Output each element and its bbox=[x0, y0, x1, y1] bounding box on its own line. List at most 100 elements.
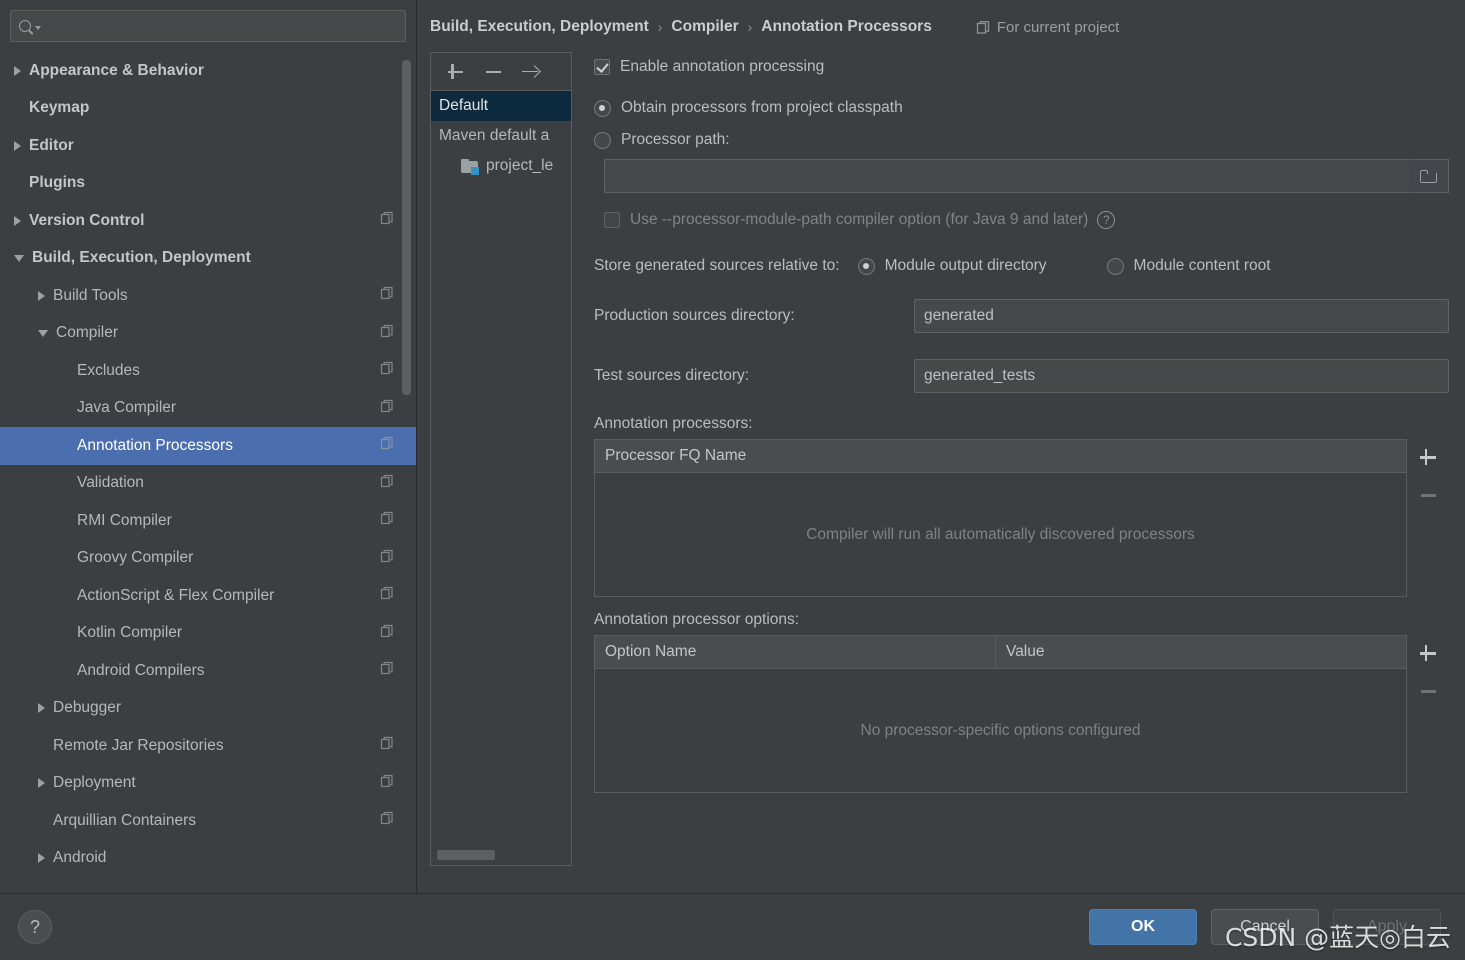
column-header-processor-fq-name[interactable]: Processor FQ Name bbox=[595, 440, 1406, 472]
sidebar-item-plugins[interactable]: Plugins bbox=[0, 165, 416, 203]
processor-module-path-row[interactable]: Use --processor-module-path compiler opt… bbox=[594, 211, 1449, 229]
processors-table[interactable]: Processor FQ Name Compiler will run all … bbox=[594, 439, 1407, 597]
production-sources-label: Production sources directory: bbox=[594, 307, 795, 324]
apply-button[interactable]: Apply bbox=[1333, 909, 1441, 945]
chevron-right-icon[interactable] bbox=[38, 853, 45, 864]
breadcrumb-item-1[interactable]: Compiler bbox=[671, 18, 738, 36]
copy-icon bbox=[380, 811, 394, 830]
sidebar-item-android[interactable]: Android bbox=[0, 840, 416, 878]
cancel-button[interactable]: Cancel bbox=[1211, 909, 1319, 945]
remove-profile-button[interactable] bbox=[483, 62, 503, 82]
sidebar-item-label: Kotlin Compiler bbox=[77, 624, 183, 642]
sidebar-item-label: Android Compilers bbox=[77, 661, 205, 679]
processor-path-row[interactable]: Processor path: bbox=[594, 131, 1449, 149]
chevron-right-icon[interactable] bbox=[38, 290, 45, 301]
profile-list-item[interactable]: Maven default a bbox=[431, 121, 571, 151]
sidebar-item-build-execution-deployment[interactable]: Build, Execution, Deployment bbox=[0, 240, 416, 278]
processor-path-radio[interactable] bbox=[594, 131, 611, 149]
sidebar-item-label: Build, Execution, Deployment bbox=[32, 249, 251, 267]
chevron-down-icon[interactable] bbox=[14, 254, 24, 262]
production-sources-input[interactable]: generated bbox=[914, 299, 1449, 333]
column-header-option-name[interactable]: Option Name bbox=[595, 636, 995, 668]
remove-processor-button[interactable] bbox=[1418, 485, 1438, 505]
search-icon bbox=[19, 20, 41, 32]
enable-annotation-processing-checkbox[interactable] bbox=[594, 59, 610, 75]
profile-list-item-label: Default bbox=[439, 97, 489, 114]
add-option-button[interactable] bbox=[1418, 643, 1438, 663]
profile-list-item[interactable]: project_le bbox=[431, 151, 571, 181]
sidebar-item-kotlin-compiler[interactable]: Kotlin Compiler bbox=[0, 615, 416, 653]
help-button[interactable]: ? bbox=[18, 910, 52, 944]
sidebar-item-label: Excludes bbox=[77, 361, 140, 379]
breadcrumb-item-0[interactable]: Build, Execution, Deployment bbox=[430, 18, 649, 36]
chevron-right-icon[interactable] bbox=[38, 778, 45, 789]
sidebar-item-remote-jar-repositories[interactable]: Remote Jar Repositories bbox=[0, 727, 416, 765]
sidebar-item-annotation-processors[interactable]: Annotation Processors bbox=[0, 427, 416, 465]
dialog-body: Appearance & Behavior Keymap Editor Plugins… bbox=[0, 0, 1465, 893]
sidebar-item-debugger[interactable]: Debugger bbox=[0, 690, 416, 728]
obtain-from-classpath-row[interactable]: Obtain processors from project classpath bbox=[594, 99, 1449, 117]
column-header-value[interactable]: Value bbox=[995, 636, 1406, 668]
copy-icon bbox=[380, 549, 394, 568]
sidebar-item-label: Build Tools bbox=[53, 286, 128, 304]
remove-option-button[interactable] bbox=[1418, 681, 1438, 701]
search-box[interactable] bbox=[10, 10, 406, 42]
profile-list-item-label: project_le bbox=[486, 157, 554, 174]
copy-icon bbox=[380, 624, 394, 643]
search-input[interactable] bbox=[41, 18, 397, 34]
sidebar-item-rmi-compiler[interactable]: RMI Compiler bbox=[0, 502, 416, 540]
add-processor-button[interactable] bbox=[1418, 447, 1438, 467]
sidebar-item-actionscript-flex-compiler[interactable]: ActionScript & Flex Compiler bbox=[0, 577, 416, 615]
test-sources-input[interactable]: generated_tests bbox=[914, 359, 1449, 393]
profile-list-item-label: Maven default a bbox=[439, 127, 550, 144]
copy-icon bbox=[380, 586, 394, 605]
processor-path-input[interactable] bbox=[604, 159, 1409, 193]
profile-list-item[interactable]: Default bbox=[431, 91, 571, 121]
test-sources-label: Test sources directory: bbox=[594, 367, 750, 384]
chevron-down-icon[interactable] bbox=[38, 329, 48, 337]
sidebar-item-editor[interactable]: Editor bbox=[0, 127, 416, 165]
sidebar-item-groovy-compiler[interactable]: Groovy Compiler bbox=[0, 540, 416, 578]
profiles-hscrollbar-thumb[interactable] bbox=[437, 850, 495, 860]
enable-annotation-processing-row[interactable]: Enable annotation processing bbox=[594, 58, 1449, 76]
module-content-root-radio[interactable] bbox=[1106, 257, 1124, 275]
help-icon[interactable]: ? bbox=[1097, 211, 1116, 229]
sidebar-item-label: Remote Jar Repositories bbox=[53, 736, 224, 754]
sidebar-item-appearance-behavior[interactable]: Appearance & Behavior bbox=[0, 52, 416, 90]
sidebar-item-validation[interactable]: Validation bbox=[0, 465, 416, 503]
sidebar-item-keymap[interactable]: Keymap bbox=[0, 90, 416, 128]
move-profile-button[interactable] bbox=[521, 62, 541, 82]
sidebar-item-java-compiler[interactable]: Java Compiler bbox=[0, 390, 416, 428]
settings-content: Build, Execution, Deployment › Compiler … bbox=[417, 0, 1465, 893]
sidebar-item-arquillian-containers[interactable]: Arquillian Containers bbox=[0, 802, 416, 840]
sidebar-item-android-compilers[interactable]: Android Compilers bbox=[0, 652, 416, 690]
sidebar-scrollbar-thumb[interactable] bbox=[402, 60, 411, 395]
production-sources-row: Production sources directory: generated bbox=[594, 299, 1449, 333]
copy-icon bbox=[380, 286, 394, 305]
processor-path-browse-button[interactable] bbox=[1409, 159, 1449, 193]
options-table-title: Annotation processor options: bbox=[594, 611, 800, 628]
sidebar-item-label: RMI Compiler bbox=[77, 511, 172, 529]
options-table-section: Annotation processor options: Option Nam… bbox=[594, 611, 1449, 793]
processors-table-actions bbox=[1407, 439, 1449, 597]
ok-button[interactable]: OK bbox=[1089, 909, 1197, 945]
module-output-directory-radio[interactable] bbox=[857, 257, 875, 275]
chevron-right-icon[interactable] bbox=[14, 65, 21, 76]
chevron-right-icon[interactable] bbox=[38, 703, 45, 714]
add-profile-button[interactable] bbox=[445, 62, 465, 82]
obtain-from-classpath-radio[interactable] bbox=[594, 99, 611, 117]
profiles-list[interactable]: Default Maven default a project_le bbox=[431, 91, 571, 865]
processor-path-field-row bbox=[594, 159, 1449, 193]
sidebar-item-deployment[interactable]: Deployment bbox=[0, 765, 416, 803]
sidebar-item-version-control[interactable]: Version Control bbox=[0, 202, 416, 240]
sidebar-item-excludes[interactable]: Excludes bbox=[0, 352, 416, 390]
sidebar-item-build-tools[interactable]: Build Tools bbox=[0, 277, 416, 315]
settings-tree[interactable]: Appearance & Behavior Keymap Editor Plugins… bbox=[0, 50, 416, 893]
chevron-right-icon[interactable] bbox=[14, 140, 21, 151]
chevron-right-icon[interactable] bbox=[14, 215, 21, 226]
copy-icon bbox=[380, 736, 394, 755]
sidebar-item-compiler[interactable]: Compiler bbox=[0, 315, 416, 353]
sidebar-item-label: Android bbox=[53, 849, 107, 867]
options-table[interactable]: Option Name Value No processor-specific … bbox=[594, 635, 1407, 793]
processor-module-path-checkbox[interactable] bbox=[604, 212, 620, 228]
